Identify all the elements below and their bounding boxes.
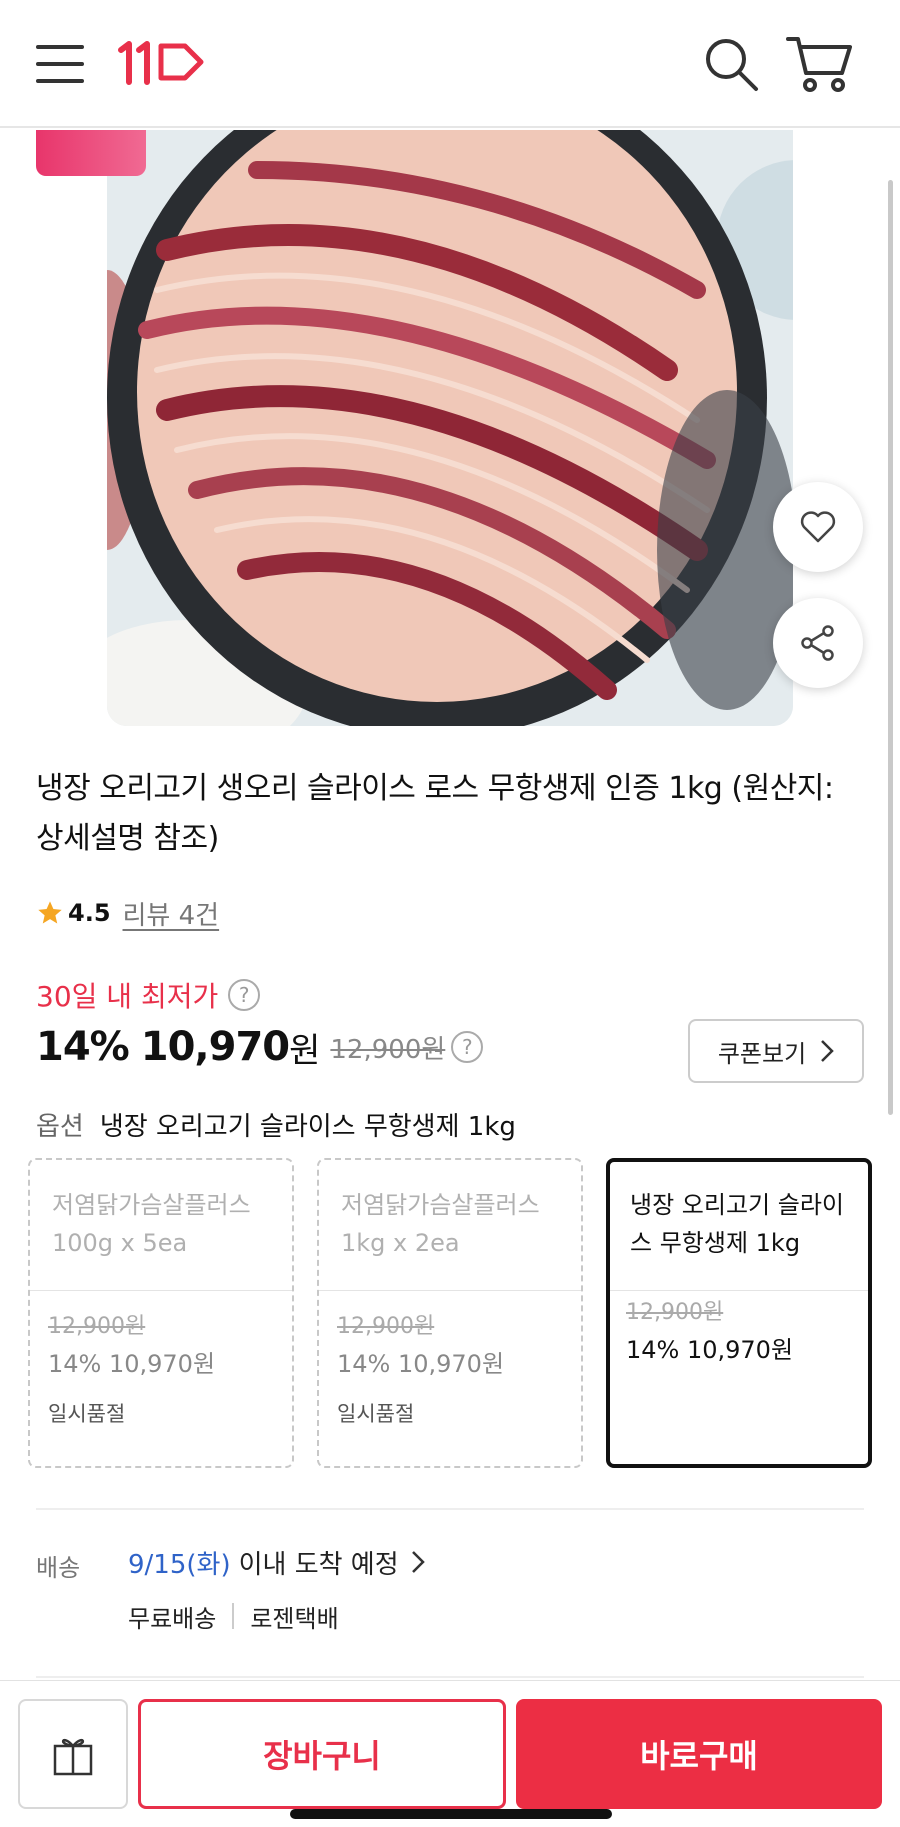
star-icon [38, 901, 62, 924]
chevron-right-icon [821, 1040, 834, 1062]
courier-name: 로젠택배 [250, 1604, 339, 1633]
option-name: 냉장 오리고기 슬라이스 무항생제 1kg [630, 1191, 844, 1257]
separator [232, 1603, 235, 1629]
option-card-selected[interactable]: 냉장 오리고기 슬라이스 무항생제 1kg 12,900원 14% 10,970… [606, 1158, 872, 1468]
home-indicator [290, 1809, 612, 1819]
gift-icon [53, 1738, 93, 1776]
shipping-fee: 무료배송 [128, 1604, 217, 1633]
rating-value: 4.5 [68, 899, 111, 927]
original-price: 12,900원 [330, 1034, 446, 1065]
option-original-price: 12,900원 [48, 1314, 146, 1339]
chevron-right-icon [411, 1551, 425, 1573]
option-status: 일시품절 [48, 1402, 126, 1426]
option-price: 14% 10,970원 [337, 1350, 505, 1378]
top-header [0, 0, 900, 128]
heart-icon [800, 511, 836, 543]
product-photo [107, 130, 793, 726]
review-link[interactable]: 리뷰 4건 [123, 895, 220, 932]
buy-now-button[interactable]: 바로구매 [516, 1699, 882, 1809]
delivery-eta-text: 이내 도착 예정 [238, 1549, 399, 1580]
option-label: 옵션 [36, 1111, 84, 1142]
11st-logo[interactable] [117, 38, 205, 86]
like-button[interactable] [773, 482, 863, 572]
option-divider [610, 1290, 868, 1291]
option-selected-value: 냉장 오리고기 슬라이스 무항생제 1kg [99, 1111, 516, 1142]
gift-button[interactable] [18, 1699, 128, 1809]
option-row: 옵션 냉장 오리고기 슬라이스 무항생제 1kg [36, 1104, 516, 1144]
lowest-price-row: 30일 내 최저가 ? [36, 975, 261, 1015]
coupon-label: 쿠폰보기 [717, 1039, 807, 1068]
sale-price: 10,970 [140, 1024, 290, 1070]
coupon-button[interactable]: 쿠폰보기 [688, 1019, 864, 1083]
option-price: 14% 10,970원 [626, 1336, 794, 1364]
option-divider [30, 1290, 292, 1291]
bottom-action-bar: 장바구니 바로구매 [0, 1680, 900, 1827]
lowest-price-label: 30일 내 최저가 [36, 980, 219, 1013]
option-divider [319, 1290, 581, 1291]
price-help-icon[interactable]: ? [451, 1031, 484, 1063]
option-card[interactable]: 저염닭가슴살플러스 1kg x 2ea 12,900원 14% 10,970원 … [317, 1158, 583, 1468]
price-row: 14% 10,970 원 12,900원 ? [36, 1016, 484, 1078]
option-original-price: 12,900원 [337, 1314, 435, 1339]
share-button[interactable] [773, 598, 863, 688]
option-status: 일시품절 [337, 1402, 415, 1426]
option-price: 14% 10,970원 [48, 1350, 216, 1378]
delivery-date: 9/15(화) [128, 1549, 231, 1580]
search-icon[interactable] [700, 33, 762, 95]
option-name: 저염닭가슴살플러스 100g x 5ea [52, 1191, 251, 1257]
currency-unit: 원 [289, 1030, 321, 1071]
shipping-info: 무료배송 로젠택배 [128, 1596, 339, 1636]
delivery-label: 배송 [36, 1554, 81, 1582]
discount-rate: 14% [36, 1024, 130, 1070]
section-divider [36, 1676, 864, 1678]
add-to-cart-button[interactable]: 장바구니 [138, 1699, 506, 1809]
scrollbar[interactable] [888, 180, 893, 1115]
share-icon [801, 625, 834, 661]
section-divider [36, 1508, 864, 1510]
rating-row: 4.5 리뷰 4건 [36, 893, 219, 933]
option-name: 저염닭가슴살플러스 1kg x 2ea [341, 1191, 540, 1257]
option-original-price: 12,900원 [626, 1300, 724, 1325]
product-image[interactable] [107, 130, 793, 726]
delivery-eta[interactable]: 9/15(화) 이내 도착 예정 [128, 1542, 425, 1582]
option-card[interactable]: 저염닭가슴살플러스 100g x 5ea 12,900원 14% 10,970원… [28, 1158, 294, 1468]
product-title: 냉장 오리고기 생오리 슬라이스 로스 무항생제 인증 1kg (원산지: 상세… [36, 771, 834, 856]
event-badge [36, 130, 146, 176]
cart-icon[interactable] [786, 33, 854, 95]
menu-icon[interactable] [36, 41, 84, 87]
help-icon[interactable]: ? [228, 979, 261, 1011]
